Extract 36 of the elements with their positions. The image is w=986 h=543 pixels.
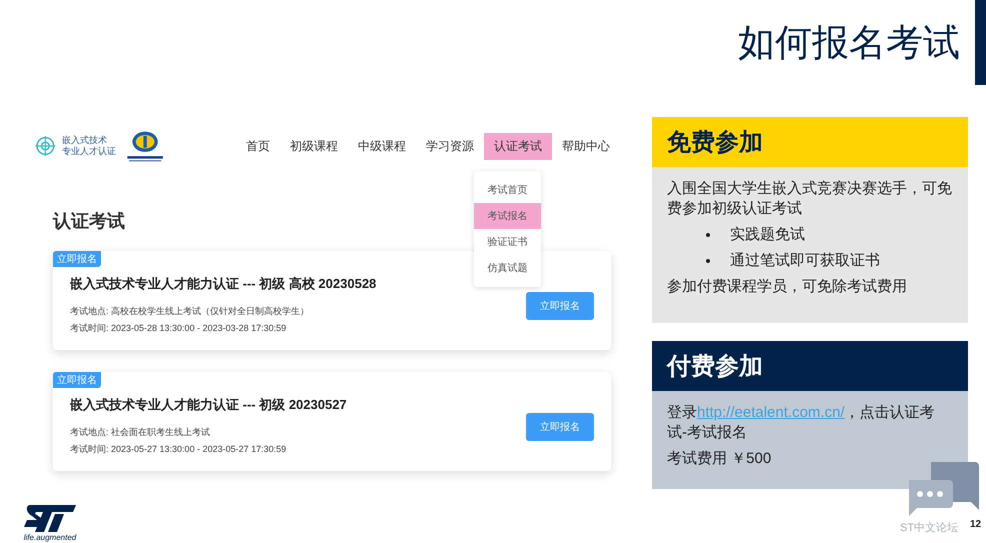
panel-title: 免费参加	[667, 128, 763, 158]
page-heading: 认证考试	[53, 210, 125, 233]
forum-label: ST中文论坛	[900, 520, 958, 535]
menu-item[interactable]: 验证证书	[474, 228, 541, 254]
bullet-icon	[706, 259, 710, 263]
nav-link[interactable]: 中级课程	[348, 132, 416, 160]
menu-item[interactable]: 仿真试题	[474, 254, 541, 280]
nav-link[interactable]: 初级课程	[280, 132, 348, 160]
panel-title: 付费参加	[667, 352, 763, 382]
panel-text: 登录http://eetalent.com.cn/，点击认证考试-考试报名	[667, 403, 936, 443]
nav-link[interactable]: 首页	[236, 132, 280, 160]
signup-badge: 立即报名	[53, 251, 101, 267]
exam-location: 考试地点: 高校在校学生线上考试（仅针对全日制高校学生）	[70, 305, 310, 318]
exam-title: 嵌入式技术专业人才能力认证 --- 初级 20230527	[70, 396, 348, 414]
brand-logo-icon	[22, 503, 78, 533]
bullet-text: 通过笔试即可获取证书	[730, 251, 880, 271]
menu-item[interactable]: 考试首页	[474, 176, 541, 202]
menu-item[interactable]: 考试报名	[474, 202, 541, 228]
slide-title: 如何报名考试	[738, 20, 960, 64]
logo-text: 专业人才认证	[62, 146, 116, 157]
exam-title: 嵌入式技术专业人才能力认证 --- 初级 高校 20230528	[70, 275, 378, 293]
bullet-text: 实践题免试	[730, 225, 805, 245]
nav-link[interactable]: 学习资源	[416, 132, 484, 160]
panel-text: 入围全国大学生嵌入式竞赛决赛选手，可免费参加初级认证考试	[667, 179, 953, 219]
brand-tagline: life.augmented	[24, 533, 76, 542]
panel-text: 考试费用 ￥500	[667, 449, 772, 469]
page-number: 12	[970, 519, 982, 530]
exam-time: 考试时间: 2023-05-27 13:30:00 - 2023-05-27 17:30:59	[70, 443, 288, 456]
signup-badge: 立即报名	[53, 372, 101, 388]
logo-text: 嵌入式技术	[62, 135, 108, 146]
exam-time: 考试时间: 2023-05-28 13:30:00 - 2023-03-28 17:30:59	[70, 322, 288, 335]
nav-link[interactable]: 帮助中心	[552, 132, 620, 160]
panel-text: 参加付费课程学员，可免除考试费用	[667, 277, 908, 297]
exam-location: 考试地点: 社会面在职考生线上考试	[70, 426, 212, 439]
nav-link[interactable]: 认证考试	[484, 132, 552, 160]
bullet-icon	[706, 233, 710, 237]
